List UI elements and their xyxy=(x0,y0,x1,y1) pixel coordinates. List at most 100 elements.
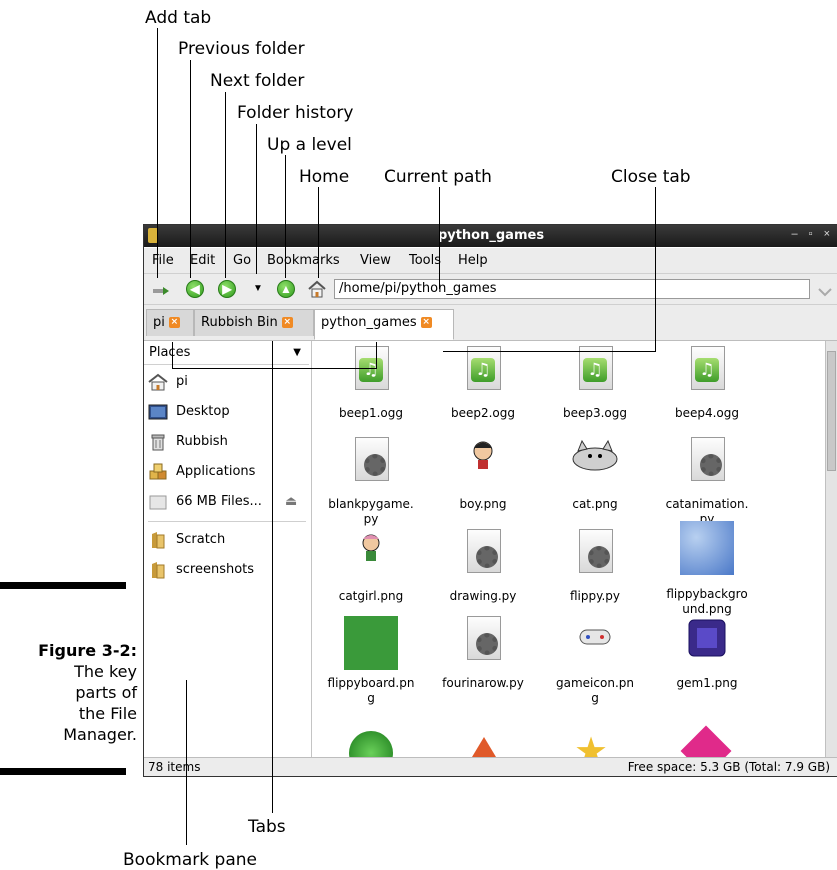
file-item[interactable]: gameicon.pn g xyxy=(540,616,650,706)
file-item[interactable]: drawing.py xyxy=(428,529,538,604)
location-path-input[interactable]: /home/pi/python_games xyxy=(334,279,810,299)
file-item[interactable]: flippybackgro und.png xyxy=(652,521,762,617)
file-item[interactable]: boy.png xyxy=(428,437,538,512)
leader-line xyxy=(443,351,656,352)
sidebar-item-screenshots[interactable]: screenshots xyxy=(148,557,254,583)
folder-history-button[interactable]: ▼ xyxy=(249,280,267,298)
file-name: beep2.ogg xyxy=(450,406,516,420)
file-item[interactable]: catgirl.png xyxy=(316,529,426,604)
file-view: ♫ beep1.ogg ♫ beep2.ogg ♫ beep3.ogg ♫ be… xyxy=(316,341,826,757)
audio-file-icon: ♫ xyxy=(344,346,398,402)
script-file-icon xyxy=(680,437,734,493)
file-name: fourinarow.py xyxy=(442,676,524,690)
folder-icon xyxy=(148,561,168,579)
callout-bookmark-pane: Bookmark pane xyxy=(123,850,257,870)
gem-image-icon xyxy=(349,731,393,757)
file-item[interactable]: fourinarow.py xyxy=(428,616,538,691)
caption-line: The key xyxy=(74,662,137,681)
audio-file-icon: ♫ xyxy=(456,346,510,402)
leader-line xyxy=(172,342,173,369)
tab-python-games[interactable]: python_games × xyxy=(314,309,454,340)
menu-go[interactable]: Go xyxy=(233,253,251,268)
gem-image-icon xyxy=(680,616,734,672)
file-name: flippy.py xyxy=(569,589,621,603)
home-icon xyxy=(308,280,326,298)
menu-file[interactable]: File xyxy=(152,253,174,268)
close-tab-icon[interactable]: × xyxy=(168,317,180,328)
file-item[interactable]: blankpygame. py xyxy=(316,437,426,527)
callout-close-tab: Close tab xyxy=(611,167,691,187)
sidebar-item-applications[interactable]: Applications xyxy=(148,459,255,485)
file-item[interactable]: ♫ beep2.ogg xyxy=(428,346,538,421)
boy-image-icon xyxy=(456,437,510,493)
sidebar-item-label: Desktop xyxy=(176,404,230,419)
callout-add-tab: Add tab xyxy=(145,8,212,28)
places-selector[interactable]: Places ▼ xyxy=(144,341,309,365)
menu-bookmarks[interactable]: Bookmarks xyxy=(267,253,340,268)
tab-bar: pi × Rubbish Bin × python_games × xyxy=(144,305,837,341)
sidebar-item-drive[interactable]: 66 MB Files... ⏏ xyxy=(148,489,308,515)
sidebar-item-pi[interactable]: pi xyxy=(148,369,188,395)
catgirl-image-icon xyxy=(344,529,398,585)
file-item[interactable]: catanimation. py xyxy=(652,437,762,527)
sky-image-icon xyxy=(680,521,734,577)
audio-file-icon: ♫ xyxy=(568,346,622,402)
scrollbar-thumb[interactable] xyxy=(827,351,836,471)
arrow-left-icon: ◀ xyxy=(190,282,200,296)
callout-previous-folder: Previous folder xyxy=(178,39,305,59)
file-name: catgirl.png xyxy=(338,589,404,603)
callout-current-path: Current path xyxy=(384,167,492,187)
tab-rubbish-bin[interactable]: Rubbish Bin × xyxy=(194,309,314,336)
sidebar-item-scratch[interactable]: Scratch xyxy=(148,527,225,553)
close-tab-icon[interactable]: × xyxy=(420,317,432,328)
file-item[interactable]: flippyboard.pn g xyxy=(316,616,426,706)
file-item[interactable]: flippy.py xyxy=(540,529,650,604)
file-item[interactable]: ♫ beep3.ogg xyxy=(540,346,650,421)
audio-file-icon: ♫ xyxy=(680,346,734,402)
sidebar-item-desktop[interactable]: Desktop xyxy=(148,399,230,425)
tab-label: pi xyxy=(153,315,165,330)
places-label: Places xyxy=(149,345,191,360)
file-item[interactable]: cat.png xyxy=(540,437,650,512)
title-bar[interactable]: python_games – ▫ × xyxy=(144,225,837,247)
add-tab-button[interactable] xyxy=(152,280,170,298)
file-item[interactable]: ♫ beep4.ogg xyxy=(652,346,762,421)
go-button[interactable] xyxy=(816,280,834,298)
board-image-icon xyxy=(344,616,398,672)
caption-line: the File xyxy=(78,704,137,723)
file-name: drawing.py xyxy=(449,589,517,603)
go-icon xyxy=(818,288,832,297)
next-folder-button[interactable]: ▶ xyxy=(218,280,236,298)
leader-line xyxy=(318,187,319,278)
menu-help[interactable]: Help xyxy=(458,253,488,268)
file-item[interactable]: gem1.png xyxy=(652,616,762,691)
menu-view[interactable]: View xyxy=(360,253,391,268)
sidebar-item-label: screenshots xyxy=(176,562,255,577)
window-controls[interactable]: – ▫ × xyxy=(791,228,834,240)
bookmark-pane: Places ▼ pi Desktop Rubbish Applications… xyxy=(144,341,312,757)
sidebar-item-label: Scratch xyxy=(176,532,226,547)
arrow-right-icon: ▶ xyxy=(222,282,232,296)
leader-line xyxy=(285,155,286,278)
eject-icon[interactable]: ⏏ xyxy=(285,489,297,515)
tab-pi[interactable]: pi × xyxy=(146,309,194,336)
vertical-scrollbar[interactable] xyxy=(825,341,837,757)
menu-edit[interactable]: Edit xyxy=(190,253,215,268)
menu-tools[interactable]: Tools xyxy=(409,253,441,268)
toolbar: ◀ ▶ ▼ ▲ /home/pi/python_games xyxy=(144,274,837,305)
close-tab-icon[interactable]: × xyxy=(281,317,293,328)
sidebar-item-rubbish[interactable]: Rubbish xyxy=(148,429,228,455)
caption-rule-top xyxy=(0,582,126,589)
previous-folder-button[interactable]: ◀ xyxy=(186,280,204,298)
home-button[interactable] xyxy=(308,280,326,298)
leader-line xyxy=(172,368,377,369)
tab-label: Rubbish Bin xyxy=(201,315,278,330)
file-name: flippybackgro und.png xyxy=(666,587,748,616)
file-name: flippyboard.pn g xyxy=(327,676,415,705)
file-manager-window: python_games – ▫ × File Edit Go Bookmark… xyxy=(143,224,837,777)
up-a-level-button[interactable]: ▲ xyxy=(277,280,295,298)
gem-image-icon xyxy=(680,725,732,757)
caption-rule-bottom xyxy=(0,768,126,775)
file-item[interactable]: ♫ beep1.ogg xyxy=(316,346,426,421)
callout-folder-history: Folder history xyxy=(237,103,354,123)
